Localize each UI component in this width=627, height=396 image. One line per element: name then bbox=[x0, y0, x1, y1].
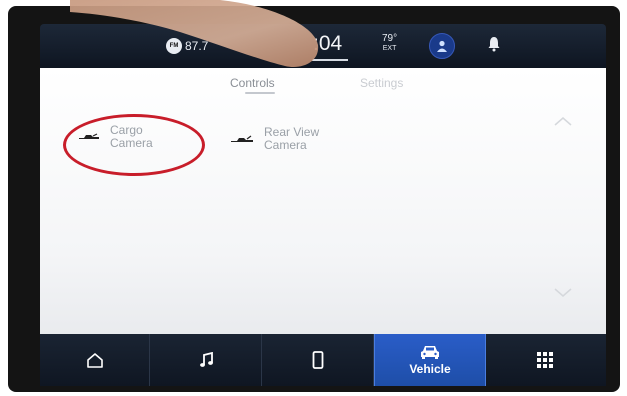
controls-panel: Controls Settings Cargo Camera Rear View… bbox=[40, 68, 606, 334]
music-note-icon bbox=[199, 352, 213, 367]
camera-icon bbox=[231, 135, 253, 142]
bottom-nav-bar: Vehicle bbox=[40, 334, 606, 386]
nav-apps-button[interactable] bbox=[486, 334, 604, 386]
clock: :04 bbox=[313, 32, 343, 55]
fm-radio-icon: FM bbox=[166, 38, 182, 54]
profile-icon bbox=[437, 40, 447, 52]
tab-settings[interactable]: Settings bbox=[360, 76, 403, 90]
temperature-value: 79° bbox=[382, 33, 398, 44]
active-tab-indicator bbox=[245, 92, 275, 94]
scroll-down-icon[interactable] bbox=[553, 288, 573, 298]
notifications-button[interactable] bbox=[487, 36, 501, 57]
status-bar: FM 87.7 :04 79° EXT bbox=[40, 24, 606, 68]
radio-status[interactable]: FM 87.7 bbox=[166, 38, 208, 54]
rear-view-camera-label: Rear View Camera bbox=[264, 125, 320, 152]
radio-frequency: 87.7 bbox=[185, 39, 209, 53]
cargo-camera-label: Cargo Camera bbox=[110, 123, 153, 150]
nav-vehicle-label: Vehicle bbox=[409, 362, 451, 376]
cargo-camera-button[interactable]: Cargo Camera bbox=[78, 124, 190, 150]
nav-media-button[interactable] bbox=[150, 334, 262, 386]
profile-button[interactable] bbox=[429, 33, 455, 59]
phone-icon bbox=[312, 351, 323, 369]
bell-icon bbox=[488, 37, 500, 52]
rear-view-camera-button[interactable]: Rear View Camera bbox=[230, 126, 344, 152]
apps-grid-icon bbox=[537, 352, 553, 368]
clock-underline bbox=[312, 59, 348, 61]
temperature-label: EXT bbox=[382, 45, 397, 52]
camera-icon bbox=[79, 133, 99, 139]
nav-phone-button[interactable] bbox=[262, 334, 374, 386]
car-icon bbox=[421, 346, 439, 359]
outside-temperature: 79° EXT bbox=[382, 34, 397, 54]
nav-vehicle-button[interactable]: Vehicle bbox=[374, 334, 486, 386]
scroll-up-icon[interactable] bbox=[553, 116, 573, 126]
home-icon bbox=[86, 353, 103, 368]
nav-home-button[interactable] bbox=[40, 334, 150, 386]
tab-controls[interactable]: Controls bbox=[230, 76, 275, 90]
